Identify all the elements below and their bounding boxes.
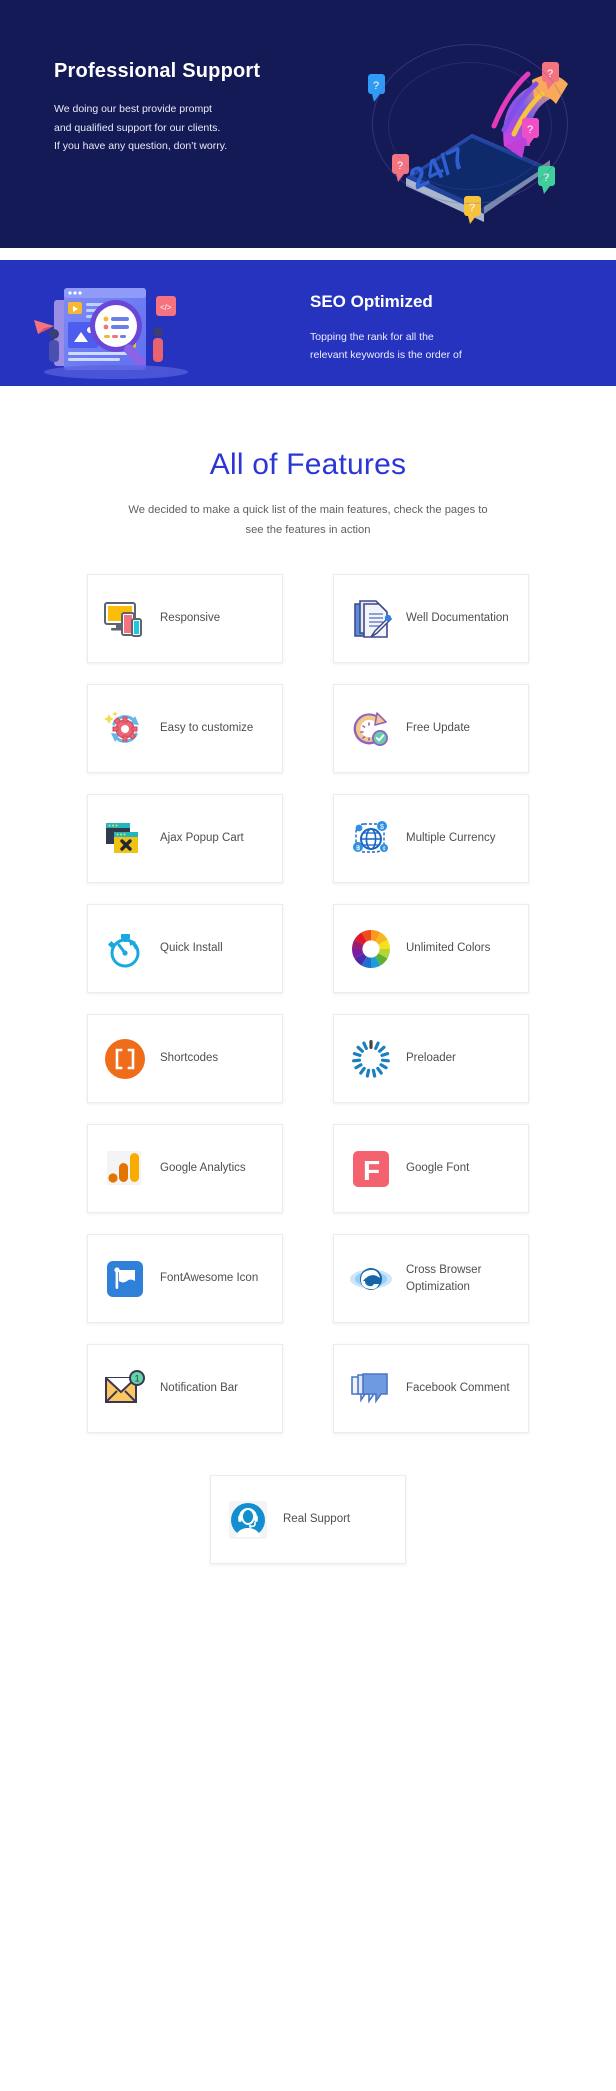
- feature-label: Well Documentation: [406, 612, 509, 625]
- seo-optimized-band: </> SEO Optimized Topping the rank for a: [0, 260, 616, 386]
- feature-card-facebook-comment[interactable]: Facebook Comment: [333, 1344, 529, 1434]
- feature-label: Notification Bar: [160, 1382, 238, 1395]
- browser-e-icon: [348, 1256, 394, 1302]
- feature-card-unlimited-colors[interactable]: Unlimited Colors: [333, 904, 529, 994]
- svg-text:</>: </>: [160, 303, 172, 312]
- hero-body: We doing our best provide prompt and qua…: [54, 100, 354, 156]
- all-of-features-section: All of Features We decided to make a qui…: [0, 386, 616, 1623]
- svg-text:¢: ¢: [382, 846, 385, 852]
- spinner-icon: [348, 1036, 394, 1082]
- feature-label: Easy to customize: [160, 722, 254, 735]
- feature-label: Preloader: [406, 1052, 456, 1065]
- feature-card-cross-browser-optimization[interactable]: Cross Browser Optimization: [333, 1234, 529, 1324]
- feature-label: Free Update: [406, 722, 470, 735]
- feature-label: Quick Install: [160, 942, 223, 955]
- feature-label: Real Support: [283, 1513, 351, 1526]
- brackets-circle-icon: [102, 1036, 148, 1082]
- hero-title: Professional Support: [54, 60, 261, 82]
- feature-label: Google Font: [406, 1162, 470, 1175]
- svg-text:?: ?: [373, 80, 379, 92]
- feature-card-well-documentation[interactable]: Well Documentation: [333, 574, 529, 664]
- feature-card-google-analytics[interactable]: Google Analytics: [87, 1124, 283, 1214]
- feature-label: Facebook Comment: [406, 1382, 510, 1395]
- headset-person-icon: [225, 1497, 271, 1543]
- monitor-devices-icon: [102, 596, 148, 642]
- seo-body-line-1: Topping the rank for all the: [310, 331, 434, 343]
- feature-label: Unlimited Colors: [406, 942, 491, 955]
- svg-text:฿: ฿: [356, 844, 360, 852]
- feature-card-responsive[interactable]: Responsive: [87, 574, 283, 664]
- feature-card-notification-bar[interactable]: 1 Notification Bar: [87, 1344, 283, 1434]
- popup-windows-icon: [102, 816, 148, 862]
- feature-card-google-font[interactable]: F Google Font: [333, 1124, 529, 1214]
- clock-check-icon: [348, 706, 394, 752]
- svg-text:1: 1: [135, 1373, 140, 1383]
- feature-card-real-support[interactable]: Real Support: [210, 1475, 406, 1565]
- feature-label: Google Analytics: [160, 1162, 246, 1175]
- section-divider: [0, 248, 616, 260]
- seo-illustration: </>: [30, 268, 210, 383]
- features-subtitle-line-1: We decided to make a quick list of the m…: [128, 504, 423, 516]
- seo-text-block: SEO Optimized Topping the rank for all t…: [310, 292, 570, 365]
- feature-label: Ajax Popup Cart: [160, 832, 244, 845]
- gear-refresh-icon: [102, 706, 148, 752]
- seo-title: SEO Optimized: [310, 292, 433, 311]
- feature-label: Cross Browser Optimization: [406, 1264, 482, 1293]
- feature-card-preloader[interactable]: Preloader: [333, 1014, 529, 1104]
- seo-body-line-2: relevant keywords is the order of: [310, 349, 462, 362]
- svg-text:F: F: [363, 1155, 380, 1186]
- stopwatch-icon: [102, 926, 148, 972]
- font-f-icon: F: [348, 1146, 394, 1192]
- feature-label: Multiple Currency: [406, 832, 496, 845]
- globe-currency-icon: $ ฿ ¢: [348, 816, 394, 862]
- documents-pen-icon: [348, 596, 394, 642]
- hero-illustration-24-7-support: 24/7 ? ? ? ? ? ?: [354, 18, 584, 233]
- hero-text-block: Professional Support We doing our best p…: [54, 60, 354, 156]
- envelope-badge-icon: 1: [102, 1366, 148, 1412]
- hero-body-line-2: and qualified support for our clients.: [54, 121, 221, 134]
- features-subtitle: We decided to make a quick list of the m…: [118, 501, 498, 540]
- chat-bubbles-icon: [348, 1366, 394, 1412]
- hero-body-line-3: If you have any question, don’t worry.: [54, 140, 228, 153]
- feature-card-easy-to-customize[interactable]: Easy to customize: [87, 684, 283, 774]
- page-title: All of Features: [209, 448, 407, 481]
- feature-card-multiple-currency[interactable]: $ ฿ ¢ Multiple Currency: [333, 794, 529, 884]
- hero-professional-support: Professional Support We doing our best p…: [0, 0, 616, 248]
- feature-card-fontawesome-icon[interactable]: FontAwesome Icon: [87, 1234, 283, 1324]
- feature-label: Responsive: [160, 612, 221, 625]
- features-grid: Responsive Well Documentation Easy to cu…: [87, 574, 529, 1565]
- color-wheel-icon: [348, 926, 394, 972]
- analytics-bars-icon: [102, 1146, 148, 1192]
- seo-body: Topping the rank for all the relevant ke…: [310, 328, 570, 365]
- feature-card-free-update[interactable]: Free Update: [333, 684, 529, 774]
- svg-text:$: $: [380, 824, 384, 831]
- feature-label: Shortcodes: [160, 1052, 219, 1065]
- flag-icon: [102, 1256, 148, 1302]
- feature-card-quick-install[interactable]: Quick Install: [87, 904, 283, 994]
- feature-card-shortcodes[interactable]: Shortcodes: [87, 1014, 283, 1104]
- hero-body-line-1: We doing our best provide prompt: [54, 103, 212, 115]
- hero-ring-inner: [388, 62, 552, 190]
- feature-label: FontAwesome Icon: [160, 1272, 259, 1285]
- feature-card-ajax-popup-cart[interactable]: Ajax Popup Cart: [87, 794, 283, 884]
- seo-browser-magnifier-illustration: </>: [34, 288, 188, 379]
